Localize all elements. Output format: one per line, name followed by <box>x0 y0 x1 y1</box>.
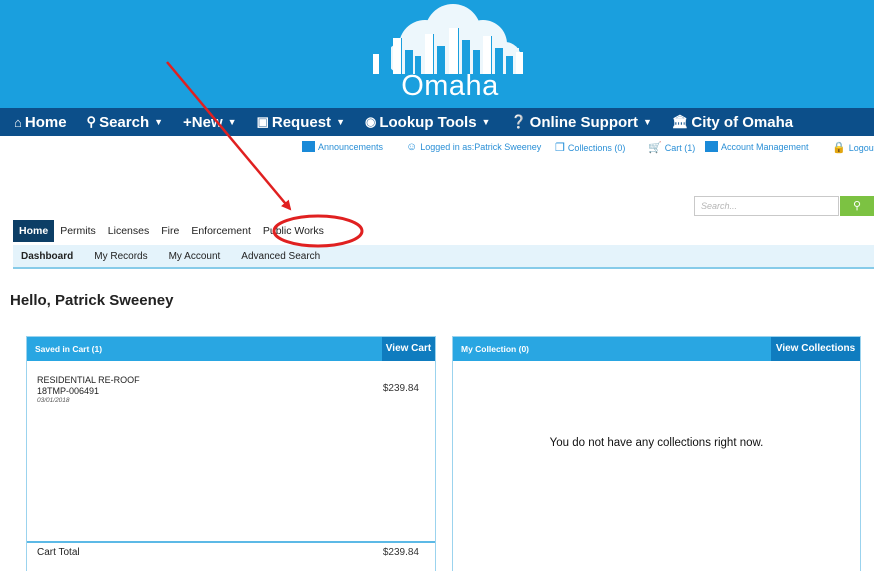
omaha-logo[interactable]: Omaha <box>355 4 545 102</box>
cart-panel-title: Saved in Cart (1) <box>35 344 103 354</box>
nav-home[interactable]: ⌂ Home <box>14 114 67 131</box>
utility-links: Announcements ☺ Logged in as:Patrick Swe… <box>0 139 874 159</box>
nav-search-label: Search <box>99 113 150 131</box>
collection-panel-title: My Collection (0) <box>461 344 530 354</box>
tab-fire[interactable]: Fire <box>155 220 185 242</box>
nav-online-support[interactable]: ❔ Online Support ▼ <box>510 114 651 131</box>
caret-down-icon: ▼ <box>154 117 164 127</box>
caret-down-icon: ▼ <box>227 117 237 127</box>
calendar-icon: ▣ <box>256 114 269 129</box>
announcements-label: Announcements <box>318 141 384 152</box>
collections-link[interactable]: ❐ Collections (0) <box>555 141 625 154</box>
site-banner: Omaha <box>0 0 874 108</box>
collections-icon: ❐ <box>555 142 565 154</box>
cart-item-record[interactable]: 18TMP-006491 <box>37 386 99 396</box>
nav-lookup-tools-label: Lookup Tools <box>379 113 477 131</box>
greeting: Hello, Patrick Sweeney <box>10 292 174 309</box>
search-button[interactable]: ⚲ <box>840 196 874 216</box>
tab-enforcement[interactable]: Enforcement <box>185 220 257 242</box>
nav-online-support-label: Online Support <box>529 113 638 131</box>
logout-link[interactable]: 🔒 Logout <box>832 141 874 154</box>
collections-label: Collections (0) <box>567 142 626 153</box>
caret-down-icon: ▼ <box>642 117 652 127</box>
lock-icon: 🔒 <box>832 142 846 154</box>
divider <box>27 541 435 543</box>
tab-licenses[interactable]: Licenses <box>102 220 155 242</box>
account-management-label: Account Management <box>721 141 809 152</box>
cart-total-label: Cart Total <box>37 547 80 558</box>
subtab-dashboard[interactable]: Dashboard <box>21 251 73 262</box>
announcements-link[interactable]: Announcements <box>302 141 383 152</box>
nav-search[interactable]: ⚲ Search ▼ <box>87 114 164 131</box>
help-icon: ❔ <box>510 114 527 129</box>
nav-lookup-tools[interactable]: ◉ Lookup Tools ▼ <box>365 114 490 131</box>
cart-item-date: 03/01/2018 <box>37 397 70 404</box>
tab-public-works[interactable]: Public Works <box>257 220 330 242</box>
view-collections-button[interactable]: View Collections <box>771 337 860 361</box>
cart-panel: Saved in Cart (1) View Cart RESIDENTIAL … <box>26 336 436 571</box>
nav-home-label: Home <box>24 113 67 131</box>
logged-in-link[interactable]: ☺ Logged in as:Patrick Sweeney <box>406 141 541 153</box>
subtab-my-account[interactable]: My Account <box>169 251 221 262</box>
cart-icon: 🛒 <box>648 142 662 154</box>
cart-item-price: $239.84 <box>382 383 419 394</box>
announcement-icon <box>302 141 315 152</box>
search-icon: ⚲ <box>86 114 97 129</box>
collection-panel: My Collection (0) View Collections You d… <box>452 336 861 571</box>
nav-city-of-omaha[interactable]: 🏛 City of Omaha <box>672 114 793 131</box>
logged-in-label: Logged in as:Patrick Sweeney <box>420 142 542 152</box>
nav-new-label: +New <box>183 113 223 131</box>
caret-down-icon: ▼ <box>336 117 345 127</box>
cart-panel-header: Saved in Cart (1) View Cart <box>27 337 435 361</box>
empty-collections-message: You do not have any collections right no… <box>549 437 764 449</box>
nav-request[interactable]: ▣ Request ▼ <box>257 114 345 131</box>
user-icon: ☺ <box>406 141 418 153</box>
tab-home[interactable]: Home <box>13 220 55 242</box>
eye-icon: ◉ <box>364 114 377 129</box>
skyline-cloud-icon <box>373 4 524 74</box>
cart-link[interactable]: 🛒 Cart (1) <box>648 141 695 154</box>
logo-city-name: Omaha <box>401 70 499 102</box>
nav-new[interactable]: +New ▼ <box>183 114 237 131</box>
nav-city-of-omaha-label: City of Omaha <box>691 113 794 131</box>
view-cart-button[interactable]: View Cart <box>382 337 435 361</box>
cart-total-value: $239.84 <box>382 547 419 558</box>
collection-panel-header: My Collection (0) View Collections <box>453 337 860 361</box>
module-tabs: Home Permits Licenses Fire Enforcement P… <box>13 220 330 242</box>
caret-down-icon: ▼ <box>481 117 491 127</box>
main-nav: ⌂ Home ⚲ Search ▼ +New ▼ ▣ Request ▼ ◉ L… <box>0 108 874 136</box>
sub-navigation: Dashboard My Records My Account Advanced… <box>13 245 874 269</box>
logout-label: Logout <box>848 142 874 153</box>
building-icon: 🏛 <box>671 114 689 129</box>
search-icon: ⚲ <box>852 200 862 212</box>
subtab-my-records[interactable]: My Records <box>94 251 147 262</box>
tab-permits[interactable]: Permits <box>54 220 102 242</box>
account-icon <box>705 141 718 152</box>
cart-item-name[interactable]: RESIDENTIAL RE-ROOF <box>37 375 140 385</box>
home-icon: ⌂ <box>14 114 22 130</box>
nav-request-label: Request <box>271 113 332 131</box>
account-management-link[interactable]: Account Management <box>705 141 809 152</box>
subtab-advanced-search[interactable]: Advanced Search <box>241 251 320 262</box>
search-input[interactable]: Search... <box>694 196 839 216</box>
cart-label: Cart (1) <box>664 142 696 153</box>
